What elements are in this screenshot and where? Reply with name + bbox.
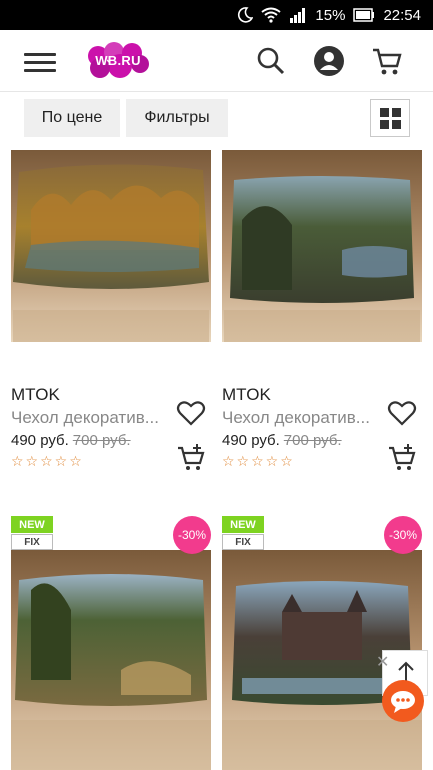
clock: 22:54 <box>383 6 421 24</box>
add-to-cart-icon[interactable] <box>387 443 417 473</box>
filter-toolbar: По цене Фильтры <box>0 92 433 146</box>
product-image[interactable] <box>11 550 211 770</box>
grid-view-icon[interactable] <box>370 99 410 137</box>
menu-icon[interactable] <box>24 53 56 72</box>
sort-by-price-button[interactable]: По цене <box>24 99 120 137</box>
add-to-cart-icon[interactable] <box>176 443 206 473</box>
moon-icon <box>237 7 254 23</box>
search-icon[interactable] <box>254 44 288 78</box>
fix-badge: FIX <box>222 534 264 550</box>
product-old-price: 700 руб. <box>72 432 131 449</box>
product-image[interactable] <box>222 150 422 342</box>
product-brand: MTOK <box>11 385 60 404</box>
signal-icon <box>289 7 307 23</box>
product-card[interactable]: MTOK Чехол декоратив... 490 руб. 700 руб.… <box>11 150 211 480</box>
product-name[interactable]: Чехол декоратив... <box>222 408 370 428</box>
discount-badge: -30% <box>173 516 211 554</box>
close-icon[interactable]: ✕ <box>376 652 389 672</box>
product-image[interactable] <box>11 150 211 342</box>
account-icon[interactable] <box>312 44 346 78</box>
app-header: WB.RU <box>0 30 433 92</box>
heart-icon[interactable] <box>387 398 417 428</box>
product-card[interactable]: NEW FIX -30% <box>222 516 422 770</box>
product-card[interactable]: MTOK Чехол декоратив... 490 руб. 700 руб.… <box>222 150 422 480</box>
battery-icon <box>353 8 375 22</box>
battery-percent: 15% <box>315 6 346 24</box>
status-bar: 15% 22:54 <box>0 0 433 30</box>
heart-icon[interactable] <box>176 398 206 428</box>
rating-stars: ☆☆☆☆☆ <box>222 453 295 469</box>
filters-button[interactable]: Фильтры <box>126 99 228 137</box>
chat-button[interactable] <box>382 680 424 722</box>
rating-stars: ☆☆☆☆☆ <box>11 453 84 469</box>
new-badge: NEW <box>222 516 264 533</box>
product-card[interactable]: NEW FIX -30% <box>11 516 211 770</box>
fix-badge: FIX <box>11 534 53 550</box>
wb-logo[interactable]: WB.RU <box>86 42 150 80</box>
product-price: 490 руб. <box>11 432 69 449</box>
product-brand: MTOK <box>222 385 271 404</box>
product-price-row: 490 руб. 700 руб. <box>222 432 342 449</box>
wifi-icon <box>261 7 282 23</box>
cart-icon[interactable] <box>370 44 404 78</box>
product-old-price: 700 руб. <box>283 432 342 449</box>
product-price-row: 490 руб. 700 руб. <box>11 432 131 449</box>
discount-badge: -30% <box>384 516 422 554</box>
product-name[interactable]: Чехол декоратив... <box>11 408 159 428</box>
logo-text: WB.RU <box>95 53 141 68</box>
product-price: 490 руб. <box>222 432 280 449</box>
new-badge: NEW <box>11 516 53 533</box>
